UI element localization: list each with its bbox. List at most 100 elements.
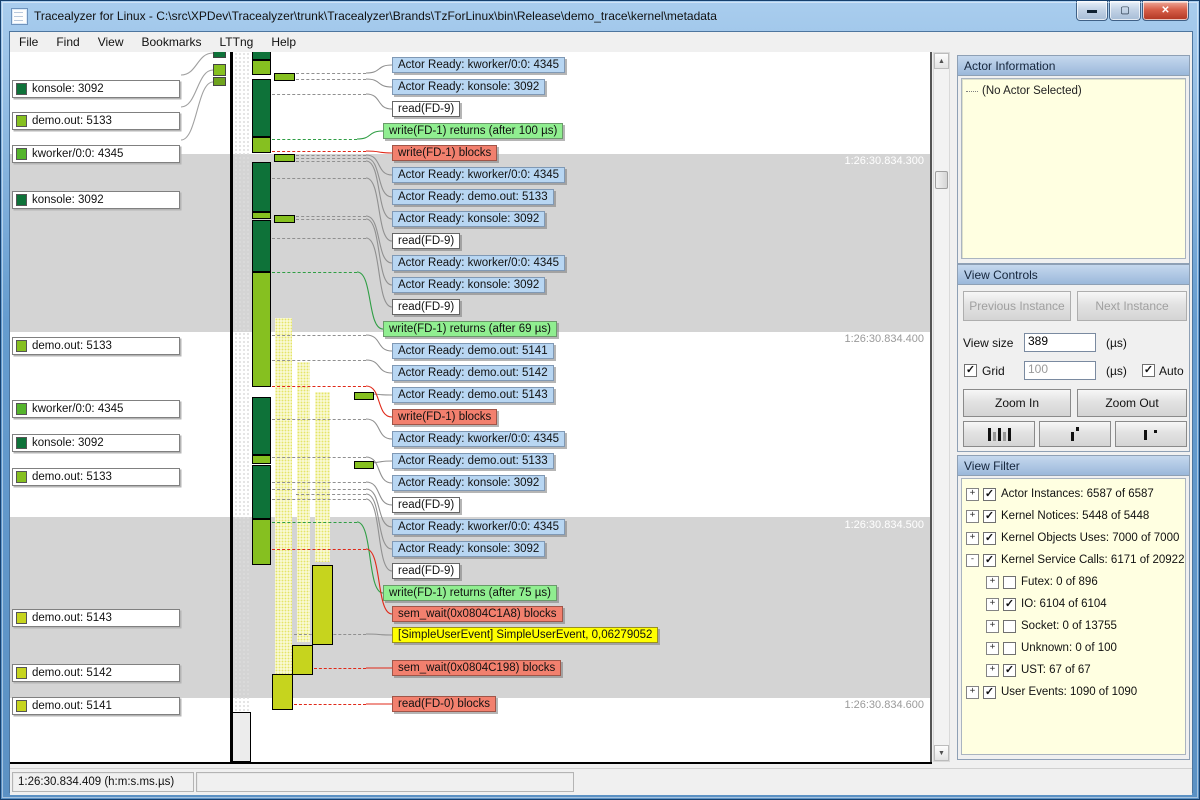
event-label-ready[interactable]: Actor Ready: demo.out: 5143 [392, 387, 554, 403]
event-label-ready[interactable]: Actor Ready: kworker/0:0: 4345 [392, 431, 565, 447]
grid-checkbox[interactable]: ✓ [964, 364, 977, 377]
zoom-out-button[interactable]: Zoom Out [1077, 389, 1187, 417]
execution-bar-lime[interactable] [252, 272, 271, 387]
actor-label[interactable]: demo.out: 5133 [12, 112, 180, 130]
menu-item-bookmarks[interactable]: Bookmarks [132, 33, 210, 51]
event-label-call[interactable]: read(FD-9) [392, 233, 460, 249]
view-size-input[interactable]: 389 [1024, 333, 1096, 352]
detail-level-low-button[interactable] [1115, 421, 1187, 447]
actor-label[interactable]: konsole: 3092 [12, 434, 180, 452]
next-instance-button[interactable]: Next Instance [1077, 291, 1187, 321]
execution-bar-lime[interactable] [252, 60, 271, 75]
execution-bar-dark[interactable] [252, 465, 271, 519]
event-label-ready[interactable]: Actor Ready: konsole: 3092 [392, 79, 545, 95]
detail-level-high-button[interactable] [963, 421, 1035, 447]
execution-bar-lime[interactable] [252, 212, 271, 219]
filter-checkbox[interactable] [1003, 620, 1016, 633]
filter-checkbox[interactable]: ✓ [1003, 664, 1016, 677]
event-label-call[interactable]: read(FD-9) [392, 101, 460, 117]
expand-plus-icon[interactable]: + [966, 510, 979, 523]
event-label-call[interactable]: read(FD-9) [392, 563, 460, 579]
filter-checkbox[interactable]: ✓ [1003, 598, 1016, 611]
scrollbar-thumb[interactable] [935, 171, 948, 189]
event-label-ready[interactable]: Actor Ready: konsole: 3092 [392, 475, 545, 491]
actor-label[interactable]: demo.out: 5133 [12, 468, 180, 486]
event-label-ret[interactable]: write(FD-1) returns (after 69 µs) [383, 321, 557, 337]
event-label-ready[interactable]: Actor Ready: demo.out: 5133 [392, 189, 554, 205]
filter-checkbox[interactable]: ✓ [983, 686, 996, 699]
event-label-ready[interactable]: Actor Ready: kworker/0:0: 4345 [392, 519, 565, 535]
filter-tree-item[interactable]: +✓UST: 67 of 67 [966, 659, 1185, 681]
expand-plus-icon[interactable]: + [986, 620, 999, 633]
menu-item-view[interactable]: View [89, 33, 133, 51]
grid-spacing-input[interactable]: 100 [1024, 361, 1096, 380]
event-label-ready[interactable]: Actor Ready: konsole: 3092 [392, 541, 545, 557]
collapse-minus-icon[interactable]: - [966, 554, 979, 567]
trace-view[interactable]: 1:26:30.834.3001:26:30.834.4001:26:30.83… [233, 52, 930, 762]
filter-tree-item[interactable]: +✓User Events: 1090 of 1090 [966, 681, 1185, 703]
menu-item-find[interactable]: Find [47, 33, 88, 51]
expand-plus-icon[interactable]: + [966, 532, 979, 545]
filter-tree-item[interactable]: +Socket: 0 of 13755 [966, 615, 1185, 637]
execution-bar-lime[interactable] [252, 519, 271, 565]
event-label-ready[interactable]: Actor Ready: demo.out: 5133 [392, 453, 554, 469]
expand-plus-icon[interactable]: + [966, 686, 979, 699]
execution-bar-lime[interactable] [274, 154, 295, 162]
execution-bar-lime[interactable] [274, 73, 295, 81]
execution-bar-dark[interactable] [252, 79, 271, 137]
scroll-up-arrow[interactable]: ▲ [934, 53, 949, 69]
event-label-ready[interactable]: Actor Ready: demo.out: 5142 [392, 365, 554, 381]
expand-plus-icon[interactable]: + [986, 576, 999, 589]
filter-checkbox[interactable]: ✓ [983, 532, 996, 545]
execution-bar-lime[interactable] [252, 137, 271, 153]
event-label-ready[interactable]: Actor Ready: kworker/0:0: 4345 [392, 57, 565, 73]
event-label-ready[interactable]: Actor Ready: konsole: 3092 [392, 277, 545, 293]
scroll-down-arrow[interactable]: ▼ [934, 745, 949, 761]
auto-checkbox[interactable]: ✓ [1142, 364, 1155, 377]
event-label-block[interactable]: read(FD-0) blocks [392, 696, 496, 712]
menu-item-file[interactable]: File [10, 33, 47, 51]
filter-checkbox[interactable] [1003, 576, 1016, 589]
filter-tree-item[interactable]: +Futex: 0 of 896 [966, 571, 1185, 593]
filter-tree-item[interactable]: -✓Kernel Service Calls: 6171 of 20922 [966, 549, 1185, 571]
detail-level-medium-button[interactable] [1039, 421, 1111, 447]
event-label-ret[interactable]: write(FD-1) returns (after 100 µs) [383, 123, 563, 139]
execution-bar-dark[interactable] [252, 397, 271, 455]
menu-item-lttng[interactable]: LTTng [211, 33, 263, 51]
event-label-ready[interactable]: Actor Ready: kworker/0:0: 4345 [392, 255, 565, 271]
actor-label[interactable]: demo.out: 5142 [12, 664, 180, 682]
execution-bar-lime[interactable] [252, 455, 271, 464]
event-label-user[interactable]: [SimpleUserEvent] SimpleUserEvent, 0,062… [392, 627, 658, 643]
title-bar[interactable]: Tracealyzer for Linux - C:\src\XPDev\Tra… [1, 1, 1199, 31]
zoom-in-button[interactable]: Zoom In [963, 389, 1071, 417]
close-button[interactable]: ✕ [1142, 1, 1189, 21]
event-label-ready[interactable]: Actor Ready: kworker/0:0: 4345 [392, 167, 565, 183]
actor-label[interactable]: demo.out: 5141 [12, 697, 180, 715]
expand-plus-icon[interactable]: + [986, 664, 999, 677]
menu-item-help[interactable]: Help [262, 33, 305, 51]
filter-tree-item[interactable]: +✓Actor Instances: 6587 of 6587 [966, 483, 1185, 505]
maximize-button[interactable]: ▢ [1109, 1, 1141, 21]
expand-plus-icon[interactable]: + [966, 488, 979, 501]
expand-plus-icon[interactable]: + [986, 598, 999, 611]
execution-bar-yellow[interactable] [292, 645, 313, 675]
minimize-button[interactable]: ▬ [1076, 1, 1108, 21]
event-label-block[interactable]: write(FD-1) blocks [392, 145, 497, 161]
execution-bar-dark[interactable] [252, 52, 271, 60]
event-label-ret[interactable]: write(FD-1) returns (after 75 µs) [383, 585, 557, 601]
filter-tree-item[interactable]: +✓Kernel Notices: 5448 of 5448 [966, 505, 1185, 527]
actor-label[interactable]: kworker/0:0: 4345 [12, 145, 180, 163]
previous-instance-button[interactable]: Previous Instance [963, 291, 1071, 321]
event-label-call[interactable]: read(FD-9) [392, 299, 460, 315]
actor-label[interactable]: demo.out: 5133 [12, 337, 180, 355]
filter-tree-item[interactable]: +✓Kernel Objects Uses: 7000 of 7000 [966, 527, 1185, 549]
filter-tree-item[interactable]: +Unknown: 0 of 100 [966, 637, 1185, 659]
execution-bar-yellow[interactable] [312, 565, 333, 645]
execution-bar-dark[interactable] [252, 162, 271, 212]
event-label-ready[interactable]: Actor Ready: konsole: 3092 [392, 211, 545, 227]
event-label-block[interactable]: sem_wait(0x0804C1A8) blocks [392, 606, 563, 622]
execution-bar-dark[interactable] [252, 220, 271, 272]
execution-bar-yellow[interactable] [272, 674, 293, 710]
execution-bar-lime[interactable] [354, 461, 374, 469]
filter-checkbox[interactable] [1003, 642, 1016, 655]
